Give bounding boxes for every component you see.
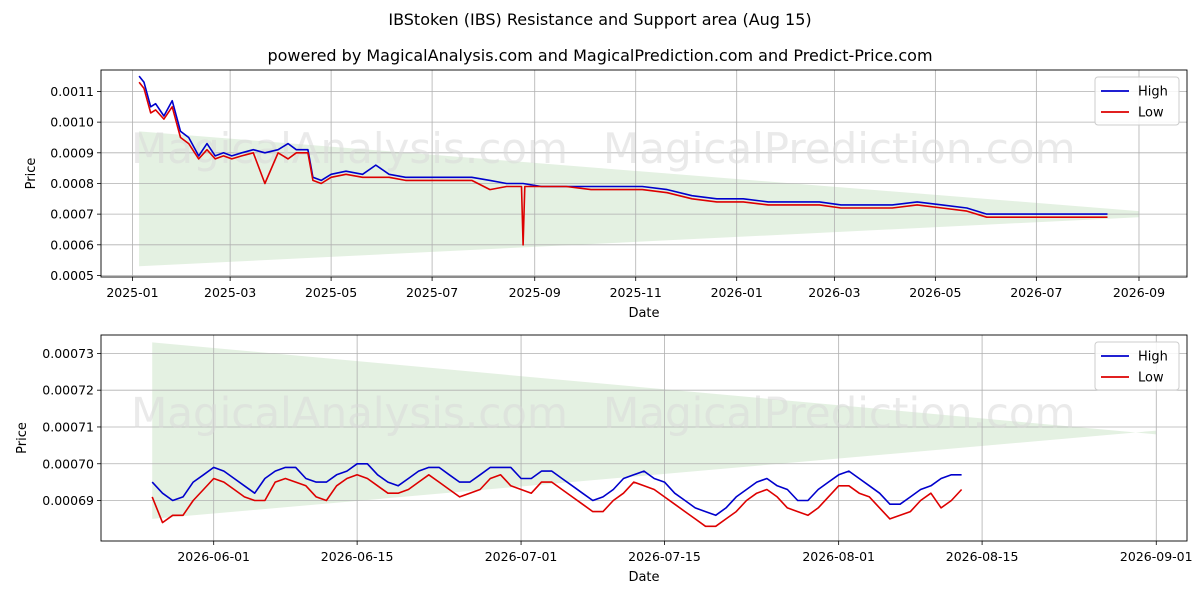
y-tick-label: 0.0005 [50, 268, 94, 283]
x-tick-label: 2026-06-15 [321, 549, 394, 564]
x-tick-label: 2026-09 [1113, 285, 1165, 300]
legend-label-low: Low [1138, 371, 1164, 386]
y-tick-label: 0.00070 [42, 456, 94, 471]
y-axis-label: Price [15, 422, 30, 454]
y-tick-label: 0.00072 [42, 383, 94, 398]
x-tick-label: 2026-08-15 [946, 549, 1019, 564]
y-tick-label: 0.0010 [50, 115, 94, 130]
chart-top: 2025-01 2025-03 2025-05 2025-07 2025-09 2025-… [24, 69, 1188, 321]
x-tick-label: 2026-05 [909, 285, 961, 300]
x-tick-label: 2026-06-01 [177, 549, 250, 564]
y-tick-label: 0.0009 [50, 145, 94, 160]
watermark-prediction: MagicalPrediction.com [603, 124, 1076, 173]
figure-canvas: 2025-01 2025-03 2025-05 2025-07 2025-09 2025-… [15, 69, 1193, 585]
x-tick-label: 2026-07-15 [628, 549, 701, 564]
y-tick-label: 0.0006 [50, 237, 94, 252]
y-tick-label: 0.0008 [50, 176, 94, 191]
x-tick-label: 2026-08-01 [802, 549, 875, 564]
x-tick-label: 2026-03 [808, 285, 860, 300]
x-tick-label: 2026-01 [711, 285, 763, 300]
y-tick-label: 0.00069 [42, 493, 94, 508]
y-tick-label: 0.00073 [42, 346, 94, 361]
x-tick-label: 2025-09 [509, 285, 561, 300]
x-tick-label: 2026-07-01 [485, 549, 558, 564]
y-tick-label: 0.0007 [50, 207, 94, 222]
y-tick-label: 0.00071 [42, 419, 94, 434]
chart-bottom: 2026-06-01 2026-06-15 2026-07-01 2026-07-15… [15, 334, 1193, 585]
x-tick-label: 2026-07 [1010, 285, 1062, 300]
watermark-analysis: MagicalAnalysis.com [131, 124, 568, 173]
x-tick-label: 2025-07 [406, 285, 458, 300]
x-tick-label: 2025-03 [204, 285, 256, 300]
x-tick-label: 2025-01 [106, 285, 158, 300]
y-tick-label: 0.0011 [50, 84, 94, 99]
x-tick-label: 2026-09-01 [1120, 549, 1193, 564]
x-axis-label: Date [628, 570, 659, 585]
watermark-prediction: MagicalPrediction.com [603, 389, 1076, 438]
legend-label-low: Low [1138, 106, 1164, 121]
legend-label-high: High [1138, 350, 1168, 365]
x-tick-label: 2025-11 [610, 285, 662, 300]
y-axis-label: Price [24, 158, 39, 190]
legend-label-high: High [1138, 85, 1168, 100]
x-axis-label: Date [628, 306, 659, 321]
watermark-analysis: MagicalAnalysis.com [131, 389, 568, 438]
x-tick-label: 2025-05 [305, 285, 357, 300]
